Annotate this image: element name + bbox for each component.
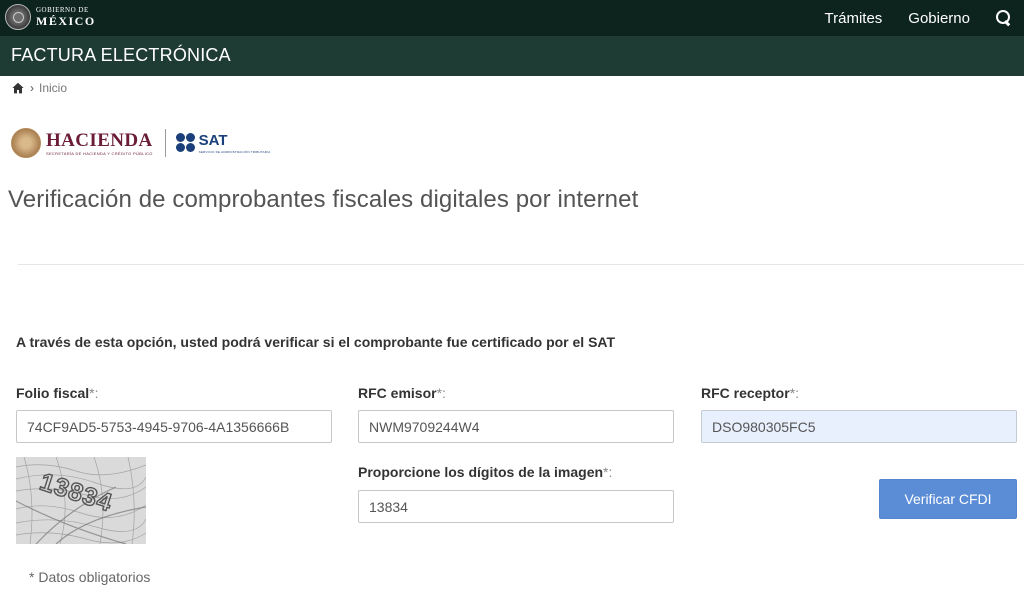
folio-fiscal-input[interactable] xyxy=(16,410,332,443)
nav-link-tramites[interactable]: Trámites xyxy=(825,10,883,27)
rfc-receptor-input[interactable] xyxy=(701,410,1017,443)
gov-logo-line1: GOBIERNO DE xyxy=(36,6,89,14)
logo-divider xyxy=(164,129,166,157)
rfc-emisor-input[interactable] xyxy=(358,410,674,443)
sat-logo-title: SAT xyxy=(198,131,228,149)
gobierno-de-mexico-logo[interactable]: GOBIERNO DE MÉXICO xyxy=(5,4,96,30)
page-title: Verificación de comprobantes fiscales di… xyxy=(8,186,639,213)
sat-logo: SAT SERVICIO DE ADMINISTRACIÓN TRIBUTARI… xyxy=(199,133,271,154)
sat-mark-icon xyxy=(175,133,196,153)
home-icon[interactable] xyxy=(12,82,24,94)
nav-link-gobierno[interactable]: Gobierno xyxy=(908,10,970,27)
gov-logo-line2: MÉXICO xyxy=(36,14,96,28)
breadcrumb: › Inicio xyxy=(12,81,67,95)
breadcrumb-separator: › xyxy=(30,81,34,95)
intro-text: A través de esta opción, usted podrá ver… xyxy=(16,334,616,350)
section-divider xyxy=(18,264,1024,265)
captcha-image: 13834 xyxy=(16,457,146,544)
hacienda-logo-subtitle: SECRETARÍA DE HACIENDA Y CRÉDITO PÚBLICO xyxy=(46,150,153,156)
captcha-digits-input[interactable] xyxy=(358,490,674,523)
verify-cfdi-button[interactable]: Verificar CFDI xyxy=(879,479,1017,519)
site-title[interactable]: FACTURA ELECTRÓNICA xyxy=(11,45,231,66)
sat-logo-subtitle: SERVICIO DE ADMINISTRACIÓN TRIBUTARIA xyxy=(198,149,271,154)
hacienda-seal-icon xyxy=(11,128,41,158)
captcha-noise: 13834 xyxy=(16,457,146,544)
top-bar: GOBIERNO DE MÉXICO Trámites Gobierno xyxy=(0,0,1024,36)
folio-fiscal-label: Folio fiscal*: xyxy=(16,385,99,401)
captcha-digits-label: Proporcione los dígitos de la imagen*: xyxy=(358,464,613,480)
government-seal-icon xyxy=(5,4,31,30)
rfc-emisor-label: RFC emisor*: xyxy=(358,385,446,401)
search-icon[interactable] xyxy=(996,10,1012,26)
required-fields-note: * Datos obligatorios xyxy=(29,569,151,585)
hacienda-logo: HACIENDA SECRETARÍA DE HACIENDA Y CRÉDIT… xyxy=(46,131,153,156)
top-nav: Trámites Gobierno xyxy=(825,0,1024,36)
hacienda-logo-title: HACIENDA xyxy=(46,129,153,151)
sub-header: FACTURA ELECTRÓNICA xyxy=(0,36,1024,76)
institution-logos: HACIENDA SECRETARÍA DE HACIENDA Y CRÉDIT… xyxy=(11,126,270,160)
breadcrumb-current[interactable]: Inicio xyxy=(39,81,67,95)
rfc-receptor-label: RFC receptor*: xyxy=(701,385,800,401)
